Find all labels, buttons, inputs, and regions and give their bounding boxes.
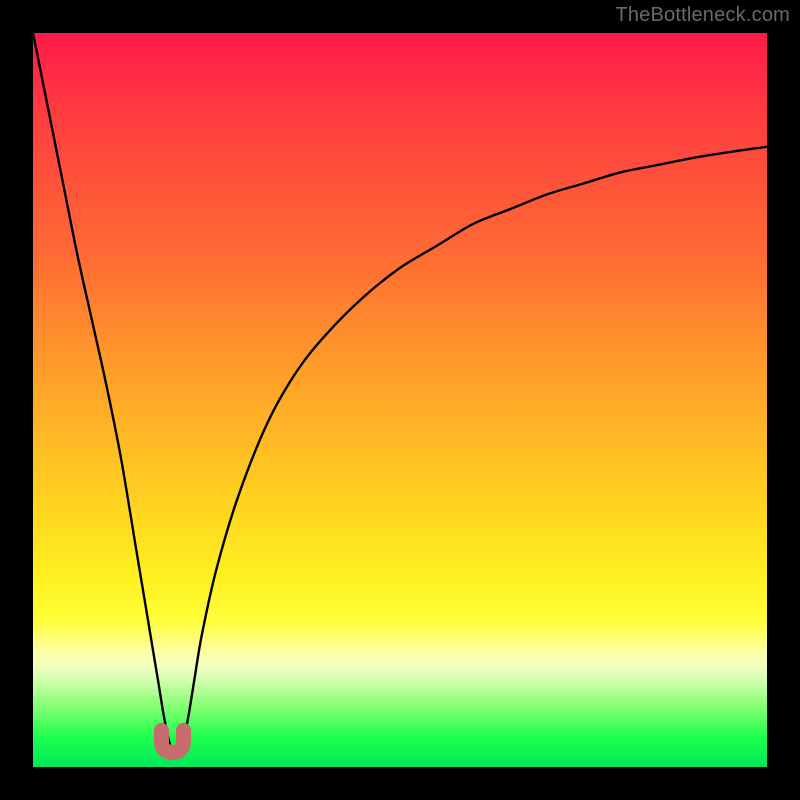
dip-u-marker	[161, 730, 183, 752]
chart-frame: TheBottleneck.com	[0, 0, 800, 800]
watermark-text: TheBottleneck.com	[615, 4, 790, 27]
chart-svg	[33, 33, 767, 767]
bottleneck-curve	[33, 33, 767, 756]
chart-plot-area	[33, 33, 767, 767]
